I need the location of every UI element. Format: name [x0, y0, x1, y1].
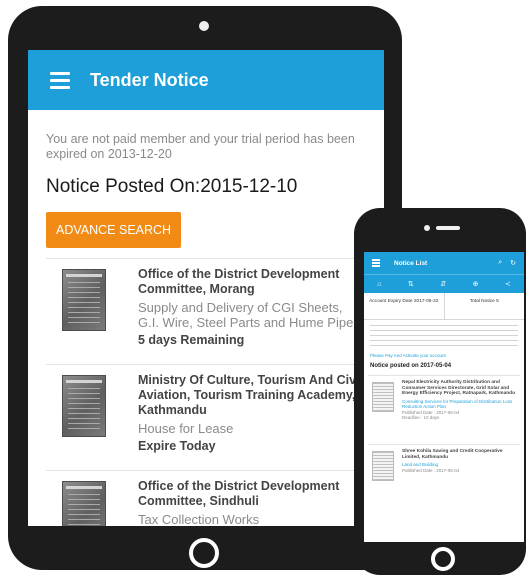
search-icon[interactable]: ⌕ [498, 259, 502, 267]
days-remaining: 5 days Remaining [138, 333, 245, 347]
advance-search-button[interactable]: ADVANCE SEARCH [46, 212, 182, 248]
list-item[interactable]: Shree Kohila Saving and Credit Cooperati… [368, 444, 520, 507]
notice-thumbnail [62, 269, 106, 331]
refresh-icon[interactable]: ↻ [510, 259, 516, 267]
notice-thumbnail [62, 481, 106, 526]
hamburger-menu-icon[interactable] [50, 71, 70, 89]
published-date: Published Date : 2017-05-04 [402, 467, 460, 473]
account-summary: Account Expiry Date 2017-05-22 Total Not… [364, 293, 524, 320]
notice-thumbnail [372, 382, 394, 412]
phone-notice-posted-date: Notice posted on 2017-05-04 [370, 363, 452, 369]
sort-icon[interactable]: ⇅ [408, 280, 414, 288]
organization-name: Shree Kohila Saving and Credit Cooperati… [402, 449, 503, 460]
zoom-icon[interactable]: ⊕ [473, 280, 479, 288]
tablet-home-button[interactable] [189, 538, 219, 568]
app-bar: Tender Notice [28, 50, 384, 110]
organization-name: Nepal Electricity Authority Distribution… [402, 380, 516, 396]
account-expiry-date: Account Expiry Date 2017-05-22 [364, 293, 445, 319]
filter-icon[interactable]: ⇵ [440, 280, 446, 288]
list-item[interactable]: Ministry Of Culture, Tourism And Civil A… [46, 364, 384, 470]
organization-name: Office of the District Development Commi… [138, 267, 340, 296]
phone-camera [424, 225, 430, 231]
share-icon[interactable]: ≺ [505, 280, 511, 288]
phone-device: Notice List ⌕ ↻ ⌂ ⇅ ⇵ ⊕ ≺ Account Expiry… [354, 208, 526, 575]
trial-expired-message: You are not paid member and your trial p… [46, 132, 355, 161]
list-item[interactable]: Office of the District Development Commi… [46, 470, 384, 526]
notice-thumbnail [62, 375, 106, 437]
notice-list: Office of the District Development Commi… [46, 258, 384, 526]
notice-description: House for Lease [138, 421, 234, 436]
list-item[interactable]: Office of the District Development Commi… [46, 258, 384, 364]
notice-description: Tax Collection Works [138, 512, 260, 526]
phone-home-button[interactable] [431, 547, 455, 571]
notice-description: Consulting Services for Preparation of D… [402, 398, 513, 410]
notice-posted-date: Notice Posted On:2015-12-10 [46, 176, 298, 197]
phone-speaker [436, 226, 460, 230]
days-remaining: Expire Today [138, 439, 216, 453]
tablet-camera [199, 21, 209, 31]
notice-description: Supply and Delivery of CGI Sheets, G.I. … [138, 300, 354, 330]
organization-name: Office of the District Development Commi… [138, 479, 340, 508]
deadline: Deadline : 10 days [402, 415, 440, 420]
phone-warning-text [370, 325, 518, 349]
organization-name: Ministry Of Culture, Tourism And Civil A… [138, 373, 364, 417]
phone-app-title: Notice List [394, 259, 428, 267]
app-title: Tender Notice [90, 69, 209, 90]
notice-thumbnail [372, 451, 394, 481]
activate-account-link[interactable]: Please Pay And Activate your account [370, 353, 518, 358]
phone-toolbar: ⌂ ⇅ ⇵ ⊕ ≺ [364, 274, 524, 293]
list-item[interactable]: Nepal Electricity Authority Distribution… [368, 375, 520, 438]
home-icon[interactable]: ⌂ [377, 281, 381, 288]
tablet-device: Tender Notice You are not paid member an… [8, 6, 402, 570]
hamburger-menu-icon[interactable] [372, 259, 380, 267]
phone-screen: Notice List ⌕ ↻ ⌂ ⇅ ⇵ ⊕ ≺ Account Expiry… [364, 252, 524, 542]
phone-app-bar: Notice List ⌕ ↻ [364, 252, 524, 274]
total-notice-count: Total Notice 5 [469, 299, 499, 304]
tablet-screen: Tender Notice You are not paid member an… [28, 50, 384, 526]
